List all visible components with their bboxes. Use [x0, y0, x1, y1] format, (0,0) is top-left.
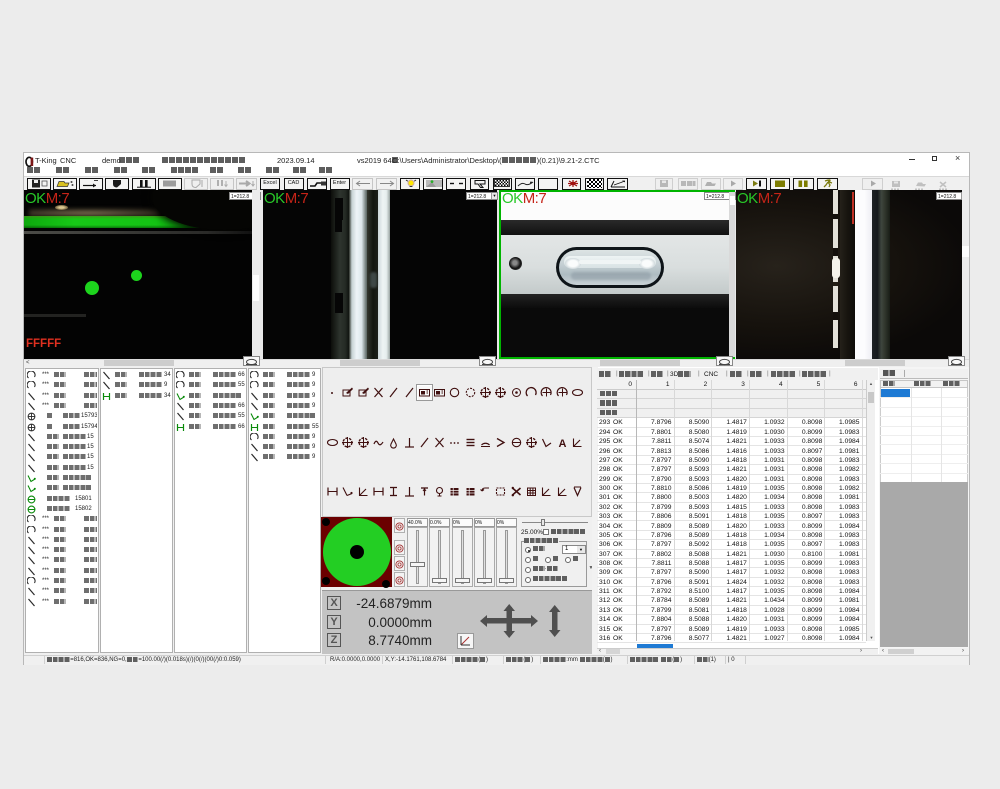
svg-text:A: A	[558, 438, 566, 449]
